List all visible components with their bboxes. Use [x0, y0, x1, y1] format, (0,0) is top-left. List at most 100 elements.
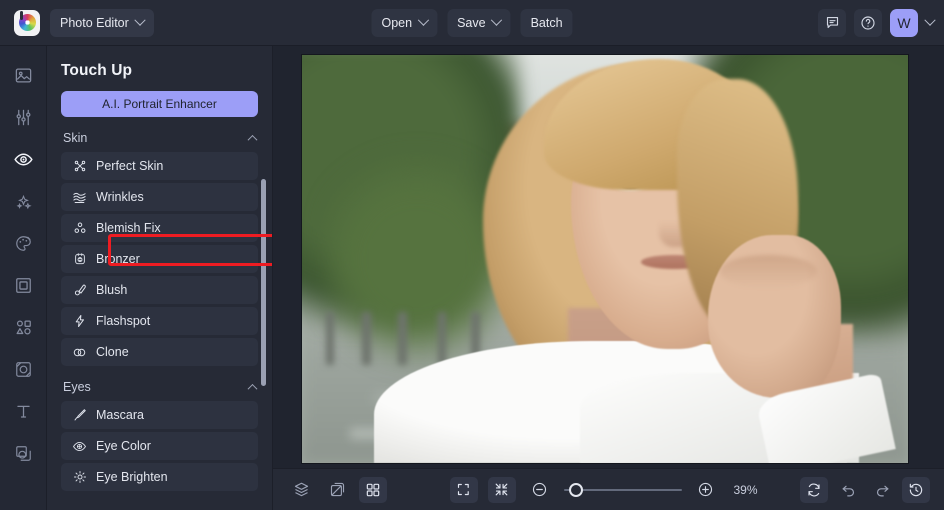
fullscreen-button[interactable] — [449, 476, 478, 503]
tool-item-flashspot[interactable]: Flashspot — [61, 307, 258, 335]
texture-icon — [15, 361, 31, 377]
rail-item-touchup[interactable] — [8, 144, 38, 174]
minus-circle-icon — [532, 482, 547, 497]
refresh-icon — [808, 483, 820, 496]
tool-item-eye-brighten[interactable]: Eye Brighten — [61, 463, 258, 491]
rail-item-effects[interactable] — [8, 186, 38, 216]
save-button-label: Save — [457, 16, 486, 30]
wrinkles-icon — [72, 190, 87, 205]
zoom-slider[interactable] — [563, 482, 682, 497]
tool-label: Mascara — [96, 408, 144, 422]
top-bar: Photo Editor Open Save Batch W — [0, 0, 944, 46]
grid-button[interactable] — [359, 476, 387, 503]
tool-item-perfect-skin[interactable]: Perfect Skin — [61, 152, 258, 180]
clone-icon — [72, 345, 87, 360]
tool-label: Blush — [96, 283, 128, 297]
rail-item-layers[interactable] — [8, 438, 38, 468]
page-title: Touch Up — [61, 62, 133, 79]
blemish-fix-icon — [72, 221, 87, 236]
bottom-left-tools — [287, 476, 387, 503]
canvas-area[interactable] — [273, 46, 944, 468]
canvas-column: 39% — [273, 46, 944, 510]
eye-icon — [13, 153, 33, 165]
frame-icon — [15, 277, 31, 293]
tool-label: Wrinkles — [96, 190, 144, 204]
compare-split-icon — [330, 482, 344, 497]
tool-item-clone[interactable]: Clone — [61, 338, 258, 366]
tool-label: Eye Color — [96, 439, 151, 453]
tool-item-blush[interactable]: Blush — [61, 276, 258, 304]
batch-button-label: Batch — [530, 16, 563, 30]
bottom-toolbar: 39% — [273, 468, 944, 510]
rail-item-text[interactable] — [8, 396, 38, 426]
image-icon — [15, 68, 31, 82]
tool-item-bronzer[interactable]: Bronzer — [61, 245, 258, 273]
rail-item-frame[interactable] — [8, 270, 38, 300]
tool-label: Blemish Fix — [96, 221, 161, 235]
app-logo[interactable] — [14, 9, 40, 36]
chevron-up-icon — [247, 383, 258, 394]
tool-item-eye-color[interactable]: Eye Color — [61, 432, 258, 460]
eye-brighten-icon — [72, 470, 87, 485]
zoom-out-button[interactable] — [526, 477, 554, 503]
batch-button[interactable]: Batch — [520, 9, 573, 37]
color-wheel-logo-icon — [18, 11, 36, 31]
avatar-initial: W — [897, 14, 911, 31]
account-chevron-down-icon[interactable] — [924, 14, 936, 26]
panel-scrollbar-thumb[interactable] — [261, 179, 266, 386]
mascara-wand-icon — [72, 408, 87, 423]
mode-selector-photo-editor[interactable]: Photo Editor — [50, 8, 154, 37]
zoom-in-button[interactable] — [692, 477, 720, 503]
account-actions-group: W — [818, 8, 936, 37]
help-button[interactable] — [854, 8, 882, 37]
zoom-slider-handle[interactable] — [568, 482, 583, 497]
expand-brackets-icon — [457, 483, 469, 496]
ai-portrait-enhancer-button[interactable]: A.I. Portrait Enhancer — [61, 91, 258, 117]
open-button-label: Open — [381, 16, 413, 30]
user-avatar[interactable]: W — [890, 8, 918, 37]
overlay-icon — [15, 445, 31, 461]
reset-button[interactable] — [800, 476, 828, 503]
chevron-down-icon — [134, 14, 146, 26]
layers-button[interactable] — [287, 477, 315, 503]
file-actions-group: Open Save Batch — [371, 9, 573, 37]
grid-four-icon — [366, 483, 380, 496]
chevron-down-icon — [417, 14, 429, 26]
undo-button[interactable] — [834, 477, 862, 503]
section-label-skin: Skin — [63, 131, 88, 145]
save-button[interactable]: Save — [447, 9, 511, 37]
rail-item-shapes[interactable] — [8, 312, 38, 342]
lightning-icon — [72, 314, 87, 329]
clock-history-icon — [909, 483, 923, 496]
history-button[interactable] — [902, 476, 930, 503]
redo-arrow-icon — [876, 485, 888, 497]
tool-item-mascara[interactable]: Mascara — [61, 401, 258, 429]
fit-to-screen-button[interactable] — [487, 476, 516, 503]
edited-photo[interactable] — [301, 55, 908, 463]
text-t-icon — [16, 405, 30, 418]
shapes-icon — [16, 320, 31, 334]
feedback-button[interactable] — [818, 8, 846, 37]
bronzer-icon — [72, 252, 87, 267]
rail-item-adjust[interactable] — [8, 102, 38, 132]
section-label-eyes: Eyes — [63, 380, 91, 394]
perfect-skin-icon — [72, 159, 87, 174]
question-mark-circle-icon — [861, 15, 875, 30]
zoom-level-label: 39% — [733, 482, 758, 497]
tool-label: Eye Brighten — [96, 470, 168, 484]
tool-rail — [0, 46, 47, 510]
compare-button[interactable] — [323, 477, 351, 503]
tool-item-wrinkles[interactable]: Wrinkles — [61, 183, 258, 211]
rail-item-color[interactable] — [8, 228, 38, 258]
rail-item-texture[interactable] — [8, 354, 38, 384]
main-body: Touch Up A.I. Portrait Enhancer Skin Per… — [0, 46, 944, 510]
rail-item-image[interactable] — [8, 60, 38, 90]
section-header-eyes[interactable]: Eyes — [61, 366, 258, 401]
redo-button[interactable] — [868, 477, 896, 503]
section-header-skin[interactable]: Skin — [61, 117, 258, 152]
skin-tool-list: Perfect Skin Wrinkles Blemish Fix Bronze… — [61, 152, 258, 366]
chat-bubble-icon — [826, 16, 838, 29]
open-button[interactable]: Open — [371, 9, 438, 37]
tool-item-blemish-fix[interactable]: Blemish Fix — [61, 214, 258, 242]
palette-icon — [15, 235, 31, 251]
